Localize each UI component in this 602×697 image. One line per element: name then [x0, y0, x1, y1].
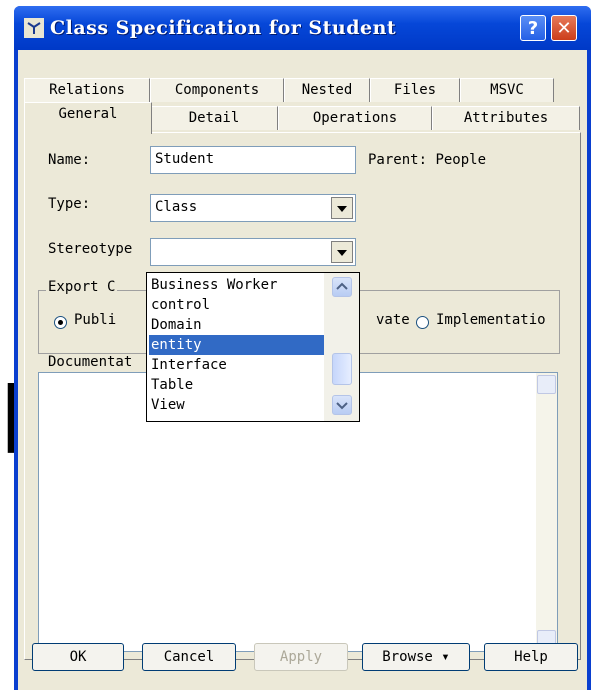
- type-chevron-down-icon[interactable]: [331, 197, 353, 219]
- list-item[interactable]: Table: [149, 375, 325, 395]
- list-item[interactable]: Domain: [149, 315, 325, 335]
- tab-operations[interactable]: Operations: [278, 106, 432, 130]
- tab-nested[interactable]: Nested: [284, 78, 370, 102]
- list-item[interactable]: control: [149, 295, 325, 315]
- tab-components[interactable]: Components: [150, 78, 284, 102]
- tab-general[interactable]: General: [24, 102, 152, 134]
- scroll-thumb[interactable]: [332, 353, 352, 385]
- stereotype-dropdown-list[interactable]: Business Worker control Domain entity In…: [146, 272, 360, 422]
- type-label: Type:: [48, 196, 91, 212]
- help-button[interactable]: Help: [484, 643, 578, 671]
- parent-label: Parent: People: [368, 152, 486, 168]
- list-item[interactable]: Business Worker: [149, 275, 325, 295]
- stereotype-chevron-down-icon[interactable]: [331, 241, 353, 263]
- cancel-button[interactable]: Cancel: [142, 643, 236, 671]
- type-combo[interactable]: Class: [150, 194, 356, 222]
- apply-button[interactable]: Apply: [254, 643, 348, 671]
- list-item-selected[interactable]: entity: [149, 335, 325, 355]
- documentation-label: Documentat: [48, 354, 133, 370]
- parent-label-text: Parent:: [368, 152, 428, 168]
- name-field[interactable]: Student: [150, 146, 356, 174]
- chevron-up-icon[interactable]: [332, 277, 352, 297]
- implementation-radio[interactable]: [416, 316, 429, 329]
- chevron-down-icon[interactable]: [332, 395, 352, 415]
- parent-value: People: [435, 152, 487, 168]
- help-icon[interactable]: ?: [520, 15, 546, 41]
- stereotype-label: Stereotype: [48, 241, 133, 257]
- stereotype-combo[interactable]: [150, 238, 356, 266]
- dropdown-scrollbar[interactable]: [324, 273, 359, 421]
- export-control-title: Export C: [46, 279, 118, 295]
- window-title: Class Specification for Student: [50, 17, 397, 39]
- ok-button[interactable]: OK: [32, 643, 124, 671]
- tab-msvc[interactable]: MSVC: [460, 78, 554, 102]
- tab-files[interactable]: Files: [370, 78, 460, 102]
- scroll-up-icon[interactable]: [537, 375, 556, 394]
- list-item[interactable]: Interface: [149, 355, 325, 375]
- class-specification-dialog: Class Specification for Student ? ✕ Rela…: [14, 6, 591, 690]
- close-icon[interactable]: ✕: [551, 15, 577, 41]
- documentation-scrollbar[interactable]: [536, 373, 557, 651]
- public-label[interactable]: Publi: [74, 312, 116, 328]
- tab-detail[interactable]: Detail: [150, 106, 278, 130]
- title-bar[interactable]: Class Specification for Student ? ✕: [14, 6, 591, 50]
- private-label[interactable]: vate: [376, 312, 410, 328]
- dialog-client-area: Relations Components Nested Files MSVC D…: [18, 50, 587, 690]
- tab-attributes[interactable]: Attributes: [432, 106, 580, 130]
- name-label: Name:: [48, 152, 91, 168]
- class-spec-icon: [24, 18, 44, 38]
- list-item[interactable]: View: [149, 395, 325, 415]
- implementation-label[interactable]: Implementatio: [436, 312, 546, 328]
- tab-relations[interactable]: Relations: [24, 78, 150, 102]
- public-radio[interactable]: [54, 316, 67, 329]
- browse-button[interactable]: Browse ▾: [362, 643, 470, 671]
